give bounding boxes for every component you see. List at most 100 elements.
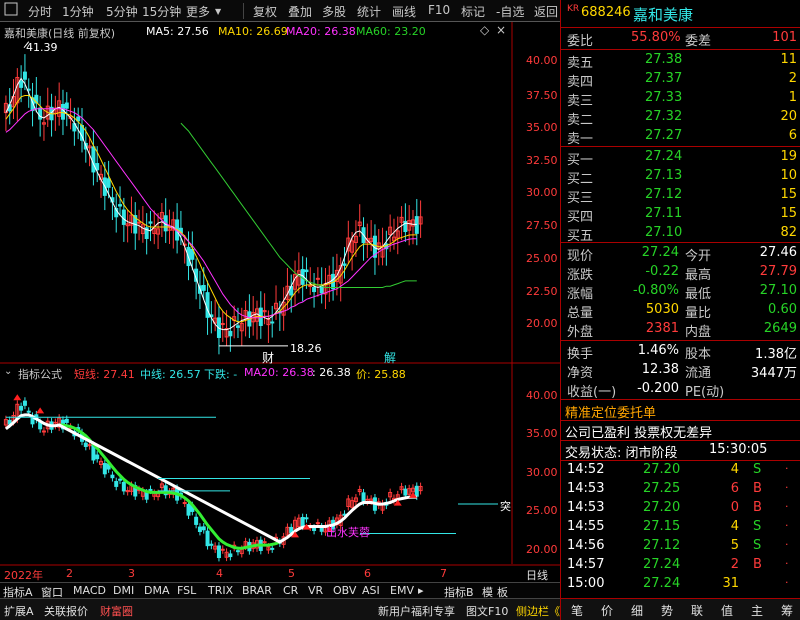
bid-row[interactable]: 买一 27.24 19 bbox=[561, 148, 800, 168]
ask-price[interactable]: 27.38 bbox=[645, 52, 682, 67]
close-icon[interactable]: × bbox=[496, 23, 506, 37]
indicator-tab[interactable]: EMV bbox=[390, 584, 414, 597]
wealth-circle-button[interactable]: 财富圈 bbox=[100, 603, 133, 619]
sub-candle-body bbox=[228, 553, 233, 558]
mark-button[interactable]: 标记 bbox=[461, 3, 485, 20]
ask-row[interactable]: 卖四 27.37 2 bbox=[561, 70, 800, 90]
ask-price[interactable]: 27.32 bbox=[645, 109, 682, 124]
finance-tag[interactable]: 财 bbox=[262, 349, 274, 366]
multi-stock-button[interactable]: 多股 bbox=[322, 3, 346, 20]
indicator-tab[interactable]: OBV bbox=[333, 584, 356, 597]
f10-button[interactable]: F10 bbox=[428, 3, 450, 17]
indicator-tab[interactable]: VR bbox=[308, 584, 323, 597]
period-tab-fenshi[interactable]: 分时 bbox=[28, 3, 52, 20]
expand-button[interactable]: 扩展A bbox=[4, 603, 34, 619]
draw-line-button[interactable]: 画线 bbox=[392, 3, 416, 20]
chevron-right-icon[interactable]: ▸ bbox=[418, 584, 424, 597]
bid-row[interactable]: 买二 27.13 10 bbox=[561, 167, 800, 187]
square-icon[interactable] bbox=[4, 2, 18, 19]
stats-value: 1.46% bbox=[637, 343, 679, 358]
indicator-tab[interactable]: ASI bbox=[362, 584, 380, 597]
period-tab-1min[interactable]: 1分钟 bbox=[62, 3, 94, 20]
period-label[interactable]: 日线 bbox=[526, 567, 548, 583]
overlay-button[interactable]: 叠加 bbox=[288, 3, 312, 20]
bid-row[interactable]: 买三 27.12 15 bbox=[561, 186, 800, 206]
sub-candle-body bbox=[110, 474, 115, 479]
bid-price[interactable]: 27.12 bbox=[645, 187, 682, 202]
new-user-benefit-link[interactable]: 新用户福利专享 bbox=[378, 603, 455, 619]
bid-volume: 10 bbox=[780, 168, 797, 183]
precise-order-link[interactable]: 精准定位委托单 bbox=[565, 402, 656, 421]
right-panel-tab[interactable]: 主 bbox=[751, 602, 763, 619]
chevron-down-icon[interactable]: ⌄ bbox=[4, 366, 12, 377]
x-tick: 5 bbox=[288, 567, 295, 580]
right-panel-tab[interactable]: 势 bbox=[661, 602, 673, 619]
sub-candle-body bbox=[64, 418, 69, 423]
ask-price[interactable]: 27.37 bbox=[645, 71, 682, 86]
mid-line-legend: 中线: 26.57 bbox=[140, 368, 201, 381]
bid-price[interactable]: 27.10 bbox=[645, 225, 682, 240]
candle-body bbox=[308, 285, 313, 288]
indicator-tab[interactable]: TRIX bbox=[208, 584, 233, 597]
right-panel-tab[interactable]: 联 bbox=[691, 602, 703, 619]
indicator-tab[interactable]: BRAR bbox=[242, 584, 272, 597]
ask-row[interactable]: 卖五 27.38 11 bbox=[561, 51, 800, 71]
sub-candle-body bbox=[201, 526, 206, 531]
kline-svg[interactable] bbox=[0, 22, 560, 582]
ask-price[interactable]: 27.33 bbox=[645, 90, 682, 105]
bid-price[interactable]: 27.11 bbox=[645, 206, 682, 221]
diamond-icon[interactable]: ◇ bbox=[480, 23, 489, 37]
f10-text-button[interactable]: 图文F10 bbox=[466, 603, 508, 619]
ma5-legend: MA5: 27.56 bbox=[146, 25, 209, 38]
tick-price: 27.12 bbox=[643, 538, 681, 553]
period-tab-15min[interactable]: 15分钟 bbox=[142, 3, 181, 20]
related-quote-button[interactable]: 关联报价 bbox=[44, 603, 88, 619]
candlestick-group bbox=[3, 54, 423, 355]
bid-price[interactable]: 27.13 bbox=[645, 168, 682, 183]
period-tab-more[interactable]: 更多 bbox=[186, 3, 210, 20]
ask-price[interactable]: 27.27 bbox=[645, 128, 682, 143]
sub-candle-body bbox=[182, 502, 187, 505]
stats-value: 3447万 bbox=[750, 366, 797, 381]
candle-body bbox=[312, 287, 317, 293]
candle-body bbox=[270, 321, 275, 324]
indicator-tab[interactable]: MACD bbox=[73, 584, 106, 597]
sub-extra-legend: : 26.38 bbox=[312, 366, 351, 379]
candle-body bbox=[137, 221, 142, 224]
sidebar-toggle[interactable]: 侧边栏《 bbox=[516, 603, 560, 619]
right-panel-tab[interactable]: 细 bbox=[631, 602, 643, 619]
right-panel-tab[interactable]: 筹 bbox=[781, 602, 793, 619]
ask-row[interactable]: 卖三 27.33 1 bbox=[561, 89, 800, 109]
stats-button[interactable]: 统计 bbox=[357, 3, 381, 20]
ask-row[interactable]: 卖一 27.27 6 bbox=[561, 127, 800, 147]
candle-body bbox=[19, 80, 24, 88]
high-price-marker: 41.39 bbox=[26, 41, 58, 54]
buy-signal-marker bbox=[36, 407, 45, 414]
chevron-down-icon[interactable]: ▼ bbox=[215, 7, 221, 16]
price-legend: 价: 25.88 bbox=[356, 368, 406, 381]
right-panel-tab[interactable]: 笔 bbox=[571, 602, 583, 619]
precise-order-row[interactable]: 精准定位委托单 bbox=[561, 401, 800, 421]
sub-candle-body bbox=[270, 547, 275, 550]
bid-row[interactable]: 买五 27.10 82 bbox=[561, 224, 800, 244]
fuquan-button[interactable]: 复权 bbox=[253, 3, 277, 20]
x-tick: 2 bbox=[66, 567, 73, 580]
bid-row[interactable]: 买四 27.11 15 bbox=[561, 205, 800, 225]
right-panel-tab[interactable]: 价 bbox=[601, 602, 613, 619]
indicator-tab[interactable]: CR bbox=[283, 584, 298, 597]
bid-volume: 82 bbox=[780, 225, 797, 240]
kline-chart-area[interactable]: 嘉和美康(日线 前复权) MA5: 27.56 MA10: 26.69 MA20… bbox=[0, 22, 560, 582]
indicator-tab[interactable]: FSL bbox=[177, 584, 196, 597]
quote-value: 2381 bbox=[645, 321, 679, 336]
period-tab-5min[interactable]: 5分钟 bbox=[106, 3, 138, 20]
remove-watchlist-button[interactable]: -自选 bbox=[496, 3, 524, 20]
indicator-tab[interactable]: DMA bbox=[144, 584, 170, 597]
indicator-tab[interactable]: DMI bbox=[113, 584, 134, 597]
tick-row: 14:53 27.20 0 B · bbox=[567, 500, 789, 515]
back-button[interactable]: 返回 bbox=[534, 3, 558, 20]
ask-row[interactable]: 卖二 27.32 20 bbox=[561, 108, 800, 128]
right-panel-tab[interactable]: 值 bbox=[721, 602, 733, 619]
bid-price[interactable]: 27.24 bbox=[645, 149, 682, 164]
unlock-tag[interactable]: 解 bbox=[384, 349, 396, 366]
stock-code: 688246 bbox=[581, 5, 631, 20]
